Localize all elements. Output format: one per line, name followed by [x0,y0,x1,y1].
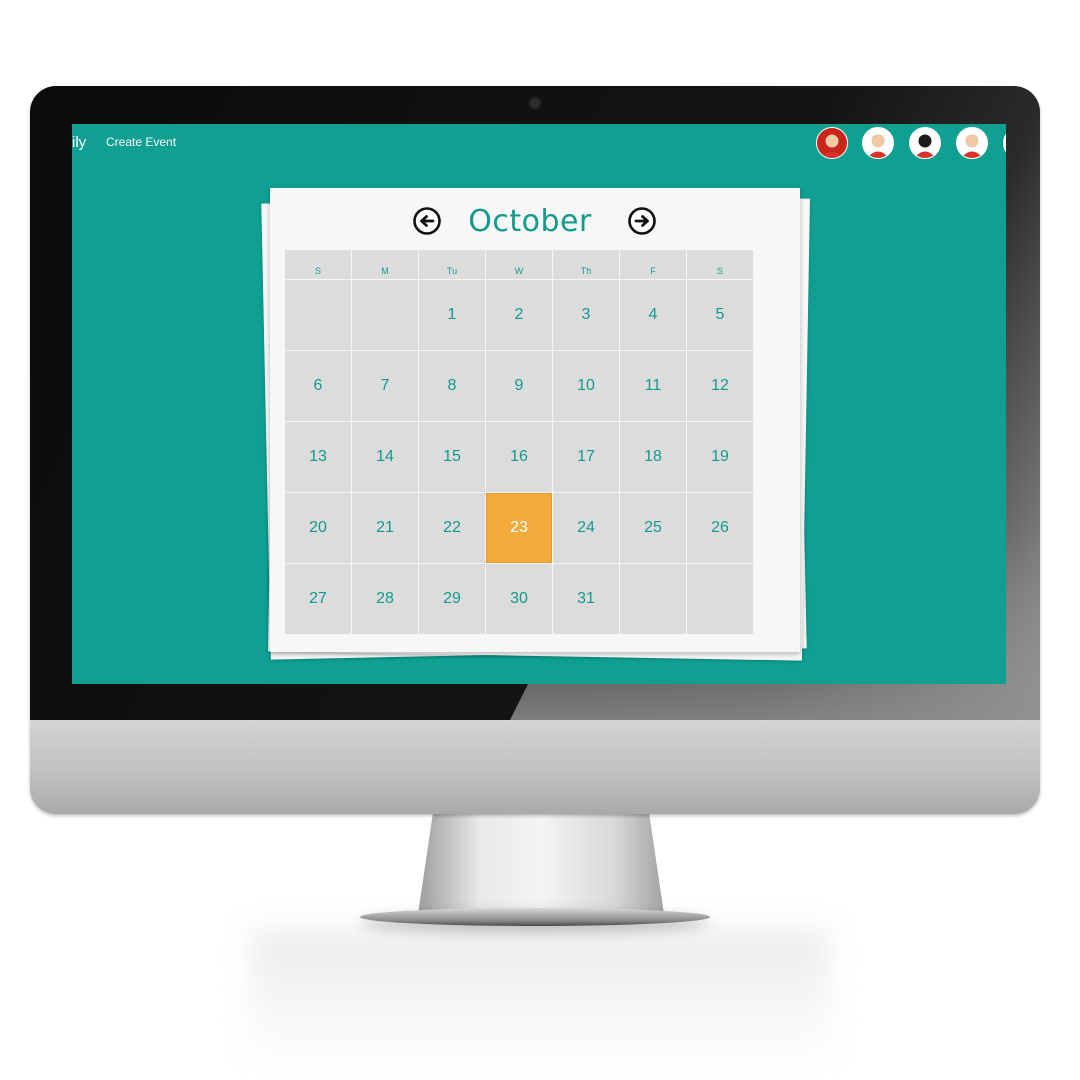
weekday-label: W [486,250,552,279]
month-title: October [468,204,592,239]
avatar-partial[interactable] [1003,127,1006,159]
create-event-link[interactable]: Create Event [106,135,176,149]
day-cell-9[interactable]: 9 [486,351,552,421]
calendar-grid: S M Tu W Th F S 1 2 3 4 5 6 7 8 9 10 11 12 13 14 15 16 17 18 19 2… [285,250,755,634]
day-cell-23[interactable]: 23 [486,493,552,563]
day-cell-11[interactable]: 11 [620,351,686,421]
calendar-week-row: 12345 [285,280,755,350]
day-cell-4[interactable]: 4 [620,280,686,350]
calendar-week-row: 20 21 22 23 24 25 26 [285,493,755,563]
day-cell-20[interactable]: 20 [285,493,351,563]
weekday-label: Th [553,250,619,279]
day-cell-14[interactable]: 14 [352,422,418,492]
empty-day-cell [687,564,753,634]
day-cell-13[interactable]: 13 [285,422,351,492]
monitor-stand-foot [360,908,710,926]
monitor-stand-neck [418,814,664,914]
day-cell-2[interactable]: 2 [486,280,552,350]
day-cell-26[interactable]: 26 [687,493,753,563]
day-cell-25[interactable]: 25 [620,493,686,563]
webcam-icon [530,98,540,108]
day-cell-21[interactable]: 21 [352,493,418,563]
arrow-right-circle-icon [628,207,656,235]
day-cell-27[interactable]: 27 [285,564,351,634]
brand-name[interactable]: ily [72,134,86,151]
calendar-week-row: 27 28 29 30 31 [285,564,755,634]
empty-day-cell [352,280,418,350]
day-cell-1[interactable]: 1 [419,280,485,350]
masked-avatar[interactable] [909,127,941,159]
app-screen: ily Create Event October S M Tu W Th F S… [72,124,1006,684]
calendar-week-row: 13 14 15 16 17 18 19 [285,422,755,492]
arrow-left-circle-icon [413,207,441,235]
weekday-header-row: S M Tu W Th F S [285,250,755,279]
weekday-label: Tu [419,250,485,279]
monitor: ily Create Event October S M Tu W Th F S… [30,86,1040,814]
day-cell-19[interactable]: 19 [687,422,753,492]
day-cell-10[interactable]: 10 [553,351,619,421]
day-cell-16[interactable]: 16 [486,422,552,492]
desk-reflection [250,930,830,1070]
next-month-button[interactable] [627,206,657,236]
empty-day-cell [620,564,686,634]
weekday-label: S [285,250,351,279]
day-cell-28[interactable]: 28 [352,564,418,634]
prev-month-button[interactable] [412,206,442,236]
calendar-week-row: 6 7 8 9 10 11 12 [285,351,755,421]
weekday-label: S [687,250,753,279]
red-suit-avatar[interactable] [816,127,848,159]
day-cell-18[interactable]: 18 [620,422,686,492]
day-cell-5[interactable]: 5 [687,280,753,350]
user-avatar-icon [867,134,889,158]
day-cell-15[interactable]: 15 [419,422,485,492]
user-avatar-icon [914,134,936,158]
day-cell-31[interactable]: 31 [553,564,619,634]
hero-avatar[interactable] [862,127,894,159]
top-nav: ily Create Event [72,124,1006,162]
day-cell-29[interactable]: 29 [419,564,485,634]
day-cell-7[interactable]: 7 [352,351,418,421]
day-cell-24[interactable]: 24 [553,493,619,563]
day-cell-6[interactable]: 6 [285,351,351,421]
day-cell-3[interactable]: 3 [553,280,619,350]
monitor-chin [30,720,1040,814]
day-cell-30[interactable]: 30 [486,564,552,634]
empty-day-cell [285,280,351,350]
day-cell-17[interactable]: 17 [553,422,619,492]
calendar-card: October S M Tu W Th F S 1 2 3 4 5 6 7 8 9 10 11 12 13 14 15 1… [270,188,800,652]
weekday-label: F [620,250,686,279]
user-avatar-icon [961,134,983,158]
calendar-header: October [270,202,800,242]
user-avatar-icon [821,134,843,158]
kid-hero-avatar[interactable] [956,127,988,159]
day-cell-8[interactable]: 8 [419,351,485,421]
day-cell-22[interactable]: 22 [419,493,485,563]
weekday-label: M [352,250,418,279]
day-cell-12[interactable]: 12 [687,351,753,421]
